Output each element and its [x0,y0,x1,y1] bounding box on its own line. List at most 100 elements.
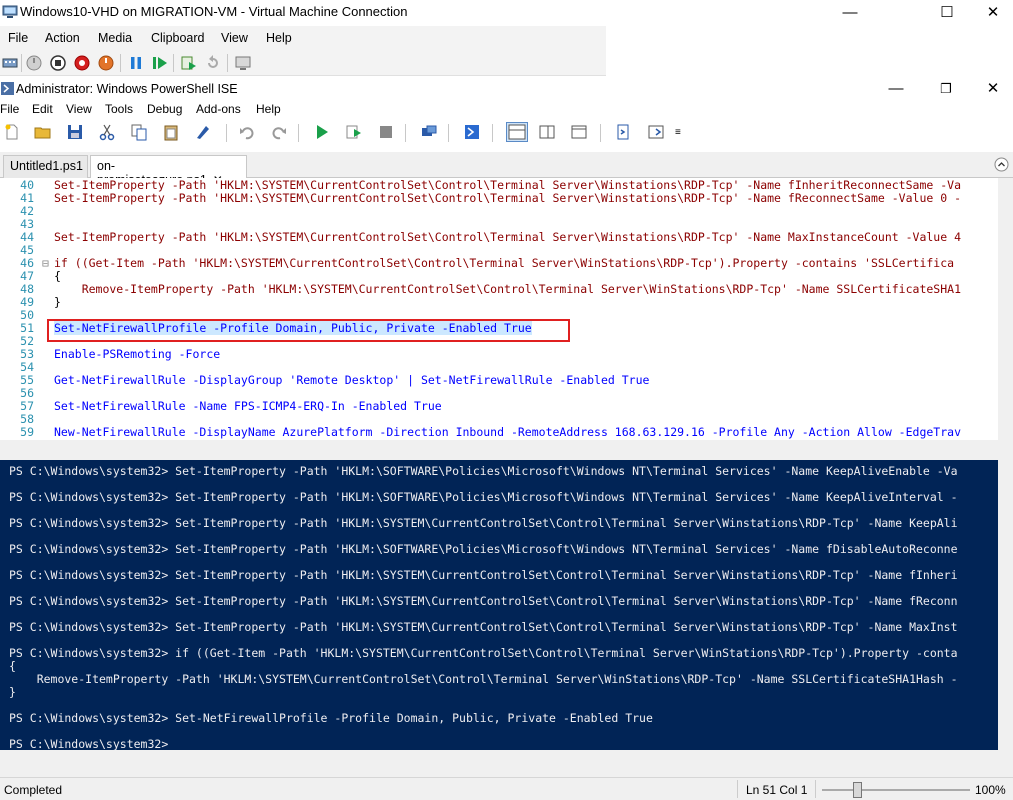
paste-icon[interactable] [162,123,180,141]
stop-operation-icon[interactable] [377,123,395,141]
vm-menu-help[interactable]: Help [266,31,292,45]
remote-powershell-icon[interactable] [420,123,438,141]
vm-menu-file[interactable]: File [8,31,28,45]
copy-icon[interactable] [130,123,148,141]
vm-menu-clipboard[interactable]: Clipboard [151,31,205,45]
zoom-slider-track[interactable] [822,789,970,791]
console-line: PS C:\Windows\system32> Set-ItemProperty… [9,594,958,608]
ise-menu-debug[interactable]: Debug [147,102,182,116]
new-script-icon[interactable] [3,123,21,141]
console-pane[interactable]: PS C:\Windows\system32> Set-ItemProperty… [0,460,998,750]
cut-icon[interactable] [98,123,116,141]
run-selection-icon[interactable] [345,123,363,141]
power-icon[interactable] [97,54,115,72]
pause-icon[interactable] [127,54,145,72]
code-line-41: Set-ItemProperty -Path 'HKLM:\SYSTEM\Cur… [54,191,961,205]
show-script-maximized-icon[interactable] [570,123,588,141]
console-line: PS C:\Windows\system32> Set-ItemProperty… [9,516,958,530]
editor-vertical-scrollbar[interactable] [998,178,1013,440]
code-line-40: Set-ItemProperty -Path 'HKLM:\SYSTEM\Cur… [54,178,961,192]
revert-icon[interactable] [204,54,222,72]
clear-console-icon[interactable] [194,123,212,141]
save-icon[interactable] [66,123,84,141]
toolbar-overflow-icon[interactable]: ≡ [675,127,681,138]
console-line: PS C:\Windows\system32> Set-ItemProperty… [9,620,958,634]
close-button[interactable]: ✕ [970,0,1013,26]
line-number: 43 [20,217,34,231]
line-number: 56 [20,386,34,400]
zoom-level: 100% [975,783,1006,797]
shut-down-icon[interactable] [73,54,91,72]
script-tab-strip: Untitled1.ps1 on-premisetoazure.ps1✕ [0,152,1013,187]
show-script-right-icon[interactable] [538,123,556,141]
checkpoint-icon[interactable] [180,54,198,72]
line-number: 44 [20,230,34,244]
zoom-slider-thumb[interactable] [853,782,862,798]
ise-minimize-button[interactable]: — [873,76,919,102]
vm-toolbar [0,50,606,76]
ise-menu-addons[interactable]: Add-ons [196,102,241,116]
redo-icon[interactable] [270,123,288,141]
tab-untitled1[interactable]: Untitled1.ps1 [3,155,88,178]
line-number: 48 [20,282,34,296]
show-script-top-icon[interactable] [506,122,528,142]
console-horizontal-scrollbar[interactable] [0,750,1013,777]
ise-menu-bar: File Edit View Tools Debug Add-ons Help [0,101,1013,118]
code-line-46: if ((Get-Item -Path 'HKLM:\SYSTEM\Curren… [54,256,955,270]
ise-title-bar: Administrator: Windows PowerShell ISE — … [0,77,1013,101]
ctrl-alt-del-icon[interactable] [1,54,19,72]
show-command-window-icon[interactable] [615,123,633,141]
run-script-icon[interactable] [313,123,331,141]
ise-menu-file[interactable]: File [0,102,19,116]
resume-icon[interactable] [151,54,169,72]
undo-icon[interactable] [238,123,256,141]
line-number: 52 [20,334,34,348]
vm-menu-action[interactable]: Action [45,31,80,45]
console-prompt: PS C:\Windows\system32> [9,737,176,750]
tab-on-premisetoazure[interactable]: on-premisetoazure.ps1✕ [90,155,247,187]
ise-menu-tools[interactable]: Tools [105,102,133,116]
vm-menu-media[interactable]: Media [98,31,132,45]
code-line-53: Enable-PSRemoting -Force [54,347,221,361]
console-line: PS C:\Windows\system32> Set-ItemProperty… [9,490,958,504]
start-icon[interactable] [25,54,43,72]
ise-menu-edit[interactable]: Edit [32,102,53,116]
minimize-button[interactable]: — [827,0,873,26]
start-powershell-icon[interactable] [463,123,481,141]
ise-toolbar: ≡ [0,118,1013,146]
line-number: 54 [20,360,34,374]
open-icon[interactable] [34,123,52,141]
ise-close-button[interactable]: ✕ [970,76,1013,102]
line-number: 40 [20,178,34,192]
code-line-55: Get-NetFirewallRule -DisplayGroup 'Remot… [54,373,650,387]
status-bar: Completed Ln 51 Col 1 100% [0,777,1013,800]
ise-restore-button[interactable]: ❐ [923,76,969,102]
vm-menu-view[interactable]: View [221,31,248,45]
line-number: 45 [20,243,34,257]
ise-menu-help[interactable]: Help [256,102,281,116]
line-number: 55 [20,373,34,387]
line-number: 58 [20,412,34,426]
turn-off-icon[interactable] [49,54,67,72]
script-editor[interactable]: 40 41 42 43 44 45 46 47 48 49 50 51 52 5… [0,178,998,440]
console-line: } [9,685,16,699]
line-number: 49 [20,295,34,309]
console-line: PS C:\Windows\system32> Set-ItemProperty… [9,542,958,556]
pane-splitter[interactable] [0,440,1013,460]
console-line: PS C:\Windows\system32> Set-ItemProperty… [9,464,958,478]
line-number: 46 [20,256,34,270]
maximize-button[interactable]: ☐ [924,0,970,26]
enhanced-session-icon[interactable] [234,54,252,72]
line-number: 41 [20,191,34,205]
fold-marker-icon[interactable]: ⊟ [42,256,49,270]
line-number: 57 [20,399,34,413]
show-command-addon-icon[interactable] [647,123,665,141]
code-line-48: Remove-ItemProperty -Path 'HKLM:\SYSTEM\… [54,282,961,296]
code-line-47: { [54,269,61,283]
ise-menu-view[interactable]: View [66,102,92,116]
console-line: PS C:\Windows\system32> Set-ItemProperty… [9,568,958,582]
vm-title-bar: Windows10-VHD on MIGRATION-VM - Virtual … [0,0,1013,26]
collapse-script-pane-icon[interactable] [994,157,1009,172]
vm-connection-icon [2,5,18,18]
console-vertical-scrollbar[interactable] [998,460,1013,750]
